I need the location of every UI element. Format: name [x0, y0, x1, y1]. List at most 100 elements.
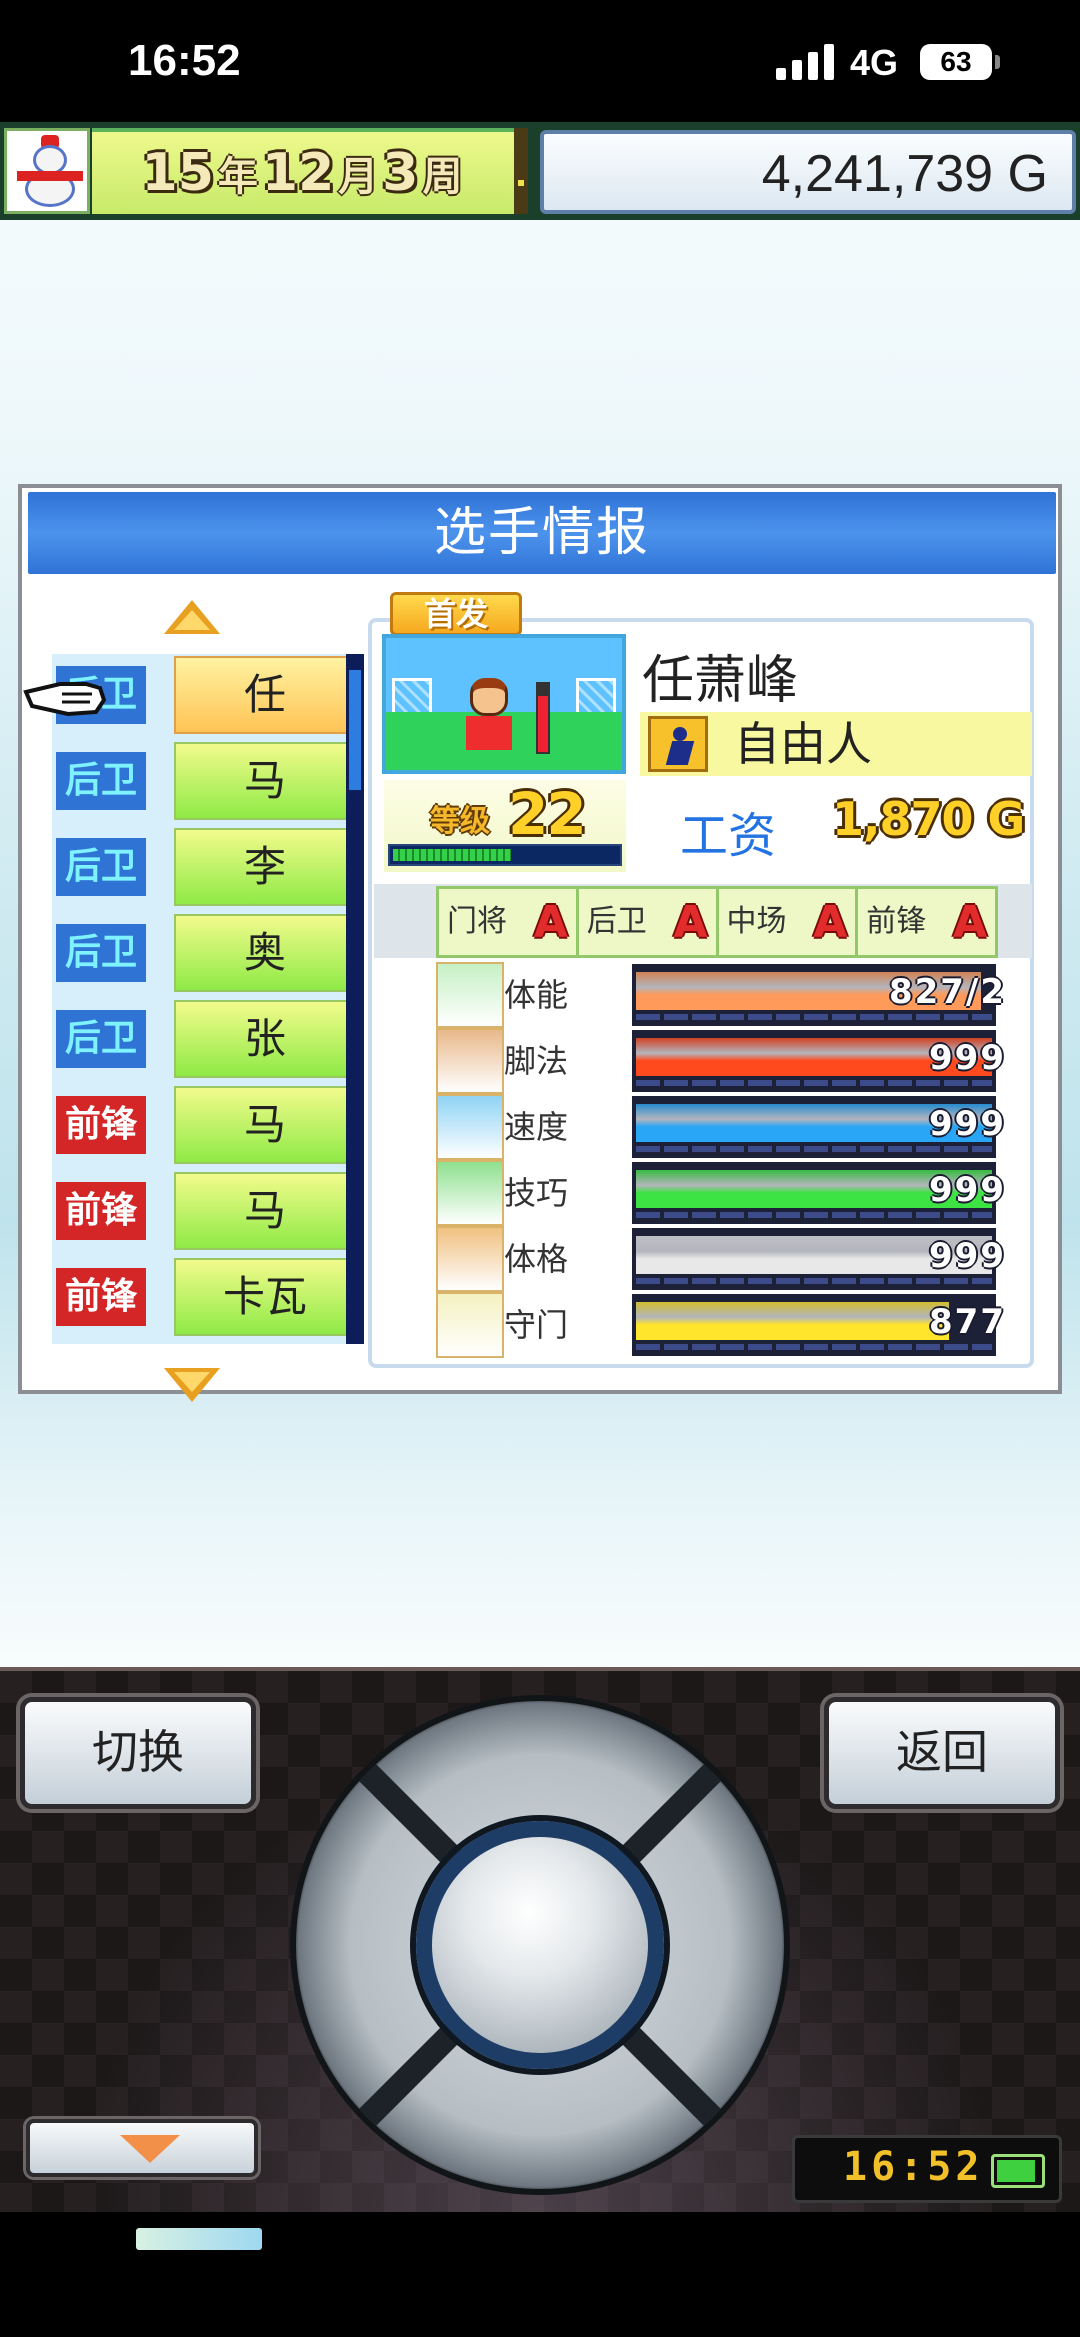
stat-value: 999 — [929, 1170, 1006, 1210]
week-unit: 周 — [422, 154, 463, 200]
stat-value: 999 — [929, 1236, 1006, 1276]
dpad-center-button[interactable] — [416, 1821, 664, 2069]
status-time: 16:52 — [128, 36, 241, 85]
glove-icon — [436, 1292, 504, 1358]
roster-player-name[interactable]: 张 — [174, 1000, 356, 1078]
stat-bar: 999 — [632, 1162, 1004, 1224]
roster-row[interactable]: 前锋马 — [52, 1170, 362, 1254]
scroll-down-arrow-icon[interactable] — [164, 1368, 220, 1402]
aptitude-name: 门将 — [447, 904, 507, 939]
position-badge: 后卫 — [56, 752, 146, 810]
scrollbar-thumb[interactable] — [349, 670, 361, 790]
position-badge: 前锋 — [56, 1268, 146, 1326]
window-header: 选手情报 — [28, 492, 1056, 574]
stat-label: 速度 — [504, 1108, 569, 1146]
battery-icon — [436, 962, 504, 1028]
aptitude-cell: 后卫 A — [579, 889, 719, 955]
dribble-icon — [436, 1160, 504, 1226]
stat-label: 脚法 — [504, 1042, 569, 1080]
menu-down-button[interactable] — [26, 2119, 258, 2177]
money-panel: 4,241,739 G — [540, 130, 1076, 214]
position-aptitude-row: 门将 A 后卫 A 中场 A 前锋 A — [436, 886, 998, 958]
switch-button[interactable]: 切换 — [20, 1697, 256, 1809]
stat-row: 脚法 999 — [436, 1028, 1030, 1094]
player-sprite-icon — [470, 678, 508, 716]
aptitude-grade: A — [813, 897, 848, 948]
stat-label: 体格 — [504, 1240, 569, 1278]
roster-player-name[interactable]: 马 — [174, 1086, 356, 1164]
stat-bar: 999 — [632, 1096, 1004, 1158]
muscle-icon — [436, 1226, 504, 1292]
year-number: 15 — [141, 143, 214, 203]
virtual-controller: 切换 返回 16:52 — [0, 1667, 1080, 2212]
stat-row: 体格 999 — [436, 1226, 1030, 1292]
position-badge: 后卫 — [56, 1010, 146, 1068]
roster-player-name[interactable]: 李 — [174, 828, 356, 906]
stat-value: 877 — [929, 1302, 1006, 1342]
experience-bar — [388, 844, 622, 866]
roster-row[interactable]: 后卫李 — [52, 826, 362, 910]
experience-fill — [393, 849, 511, 861]
network-label: 4G — [850, 42, 899, 83]
condition-bar — [536, 682, 550, 754]
position-badge: 前锋 — [56, 1096, 146, 1154]
runner-icon — [436, 1094, 504, 1160]
stat-label: 技巧 — [504, 1174, 569, 1212]
roster-player-name[interactable]: 马 — [174, 742, 356, 820]
level-label: 等级 — [430, 804, 490, 839]
window-title: 选手情报 — [433, 503, 650, 563]
down-triangle-icon — [120, 2135, 180, 2163]
aptitude-name: 后卫 — [586, 904, 647, 939]
salary-value: 1,870 G — [832, 792, 1026, 846]
position-badge: 前锋 — [56, 1182, 146, 1240]
roster-row[interactable]: 后卫张 — [52, 998, 362, 1082]
stat-row: 速度 999 — [436, 1094, 1030, 1160]
ad-badge-icon[interactable] — [136, 2228, 262, 2250]
stat-value: 999 — [929, 1104, 1006, 1144]
aptitude-cell: 前锋 A — [858, 889, 995, 955]
back-button[interactable]: 返回 — [824, 1697, 1060, 1809]
stat-row: 技巧 999 — [436, 1160, 1030, 1226]
dpad[interactable] — [290, 1695, 790, 2195]
month-number: 12 — [261, 143, 335, 203]
stat-bar: 999 — [632, 1228, 1004, 1290]
stat-value: 999 — [929, 1038, 1006, 1078]
battery-icon: 63 — [920, 44, 1000, 80]
year-unit: 年 — [217, 154, 258, 200]
date-display: 15 年 12 月 3 周 — [92, 128, 516, 214]
player-portrait — [382, 634, 626, 774]
level-value: 22 — [508, 780, 587, 848]
salary-label: 工资 — [680, 808, 777, 864]
battery-icon — [991, 2154, 1045, 2188]
aptitude-cell: 门将 A — [439, 889, 579, 955]
player-info-window: 选手情报 后卫任后卫马后卫李后卫奥后卫张前锋马前锋马前锋卡瓦 首发 任萧峰 自由… — [18, 484, 1062, 1402]
roster-player-name[interactable]: 卡瓦 — [174, 1258, 356, 1336]
status-bar: 16:52 4G 63 — [0, 0, 1080, 122]
starter-tag: 首发 — [390, 592, 522, 636]
stat-bar: 877 — [632, 1294, 1004, 1356]
player-name: 任萧峰 — [642, 651, 799, 711]
roster-player-name[interactable]: 任 — [174, 656, 356, 734]
snowman-avatar-icon[interactable] — [4, 128, 90, 214]
scroll-up-arrow-icon[interactable] — [164, 600, 220, 634]
date-divider — [514, 128, 528, 214]
top-bar: 15 年 12 月 3 周 4,241,739 G — [0, 122, 1080, 220]
roster-player-name[interactable]: 奥 — [174, 914, 356, 992]
stat-bar: 999 — [632, 1030, 1004, 1092]
status-label: 自由人 — [734, 717, 872, 771]
roster-scrollbar[interactable] — [346, 654, 364, 1344]
roster-row[interactable]: 后卫奥 — [52, 912, 362, 996]
roster-player-name[interactable]: 马 — [174, 1172, 356, 1250]
stat-bar-fill — [636, 1302, 949, 1340]
shoe-icon — [436, 1028, 504, 1094]
roster-row[interactable]: 前锋马 — [52, 1084, 362, 1168]
stat-bar: 827/2 — [632, 964, 1004, 1026]
roster-row[interactable]: 后卫马 — [52, 740, 362, 824]
roster-row[interactable]: 前锋 卡瓦 — [52, 1256, 362, 1340]
salary-amount: 1,870 — [832, 792, 974, 846]
aptitude-grade: A — [952, 897, 987, 948]
aptitude-grade: A — [673, 897, 708, 948]
salary-unit: G — [987, 792, 1026, 846]
aptitude-name: 中场 — [726, 904, 787, 939]
game-clock: 16:52 — [792, 2135, 1062, 2203]
